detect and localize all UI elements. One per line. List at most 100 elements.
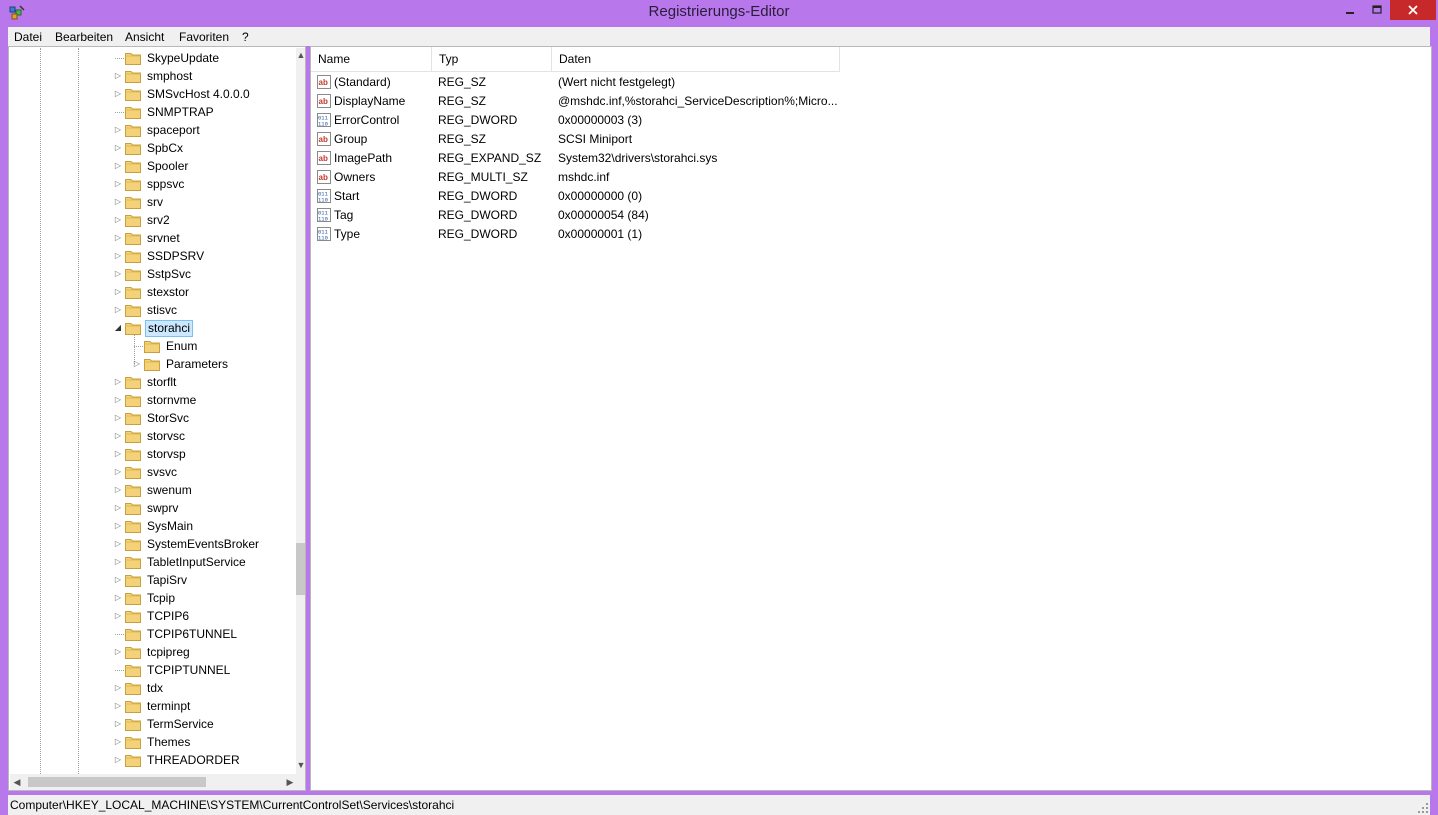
value-type: REG_EXPAND_SZ [438, 151, 542, 165]
key-tree[interactable]: SkypeUpdate ▷ smphost ▷ SMSvcHost 4.0.0.0 SNM… [8, 46, 306, 791]
tree-item-label: Spooler [147, 159, 189, 173]
value-row[interactable]: 011 110 Type REG_DWORD 0x00000001 (1) [311, 225, 1431, 244]
menu-datei[interactable]: Datei [14, 30, 42, 44]
column-header-type[interactable]: Typ [432, 47, 552, 72]
expand-arrow-icon[interactable]: ▷ [113, 499, 123, 517]
expand-arrow-icon[interactable]: ▷ [113, 121, 123, 139]
value-row[interactable]: ab (Standard) REG_SZ (Wert nicht festgelegt… [311, 73, 1431, 92]
binary-value-icon: 011 110 [317, 113, 331, 128]
tree-item-label: SysMain [147, 519, 194, 533]
expand-arrow-icon[interactable]: ▷ [113, 679, 123, 697]
menu-bearbeiten[interactable]: Bearbeiten [55, 30, 113, 44]
expand-arrow-icon[interactable]: ▷ [113, 445, 123, 463]
expand-arrow-icon[interactable]: ▷ [113, 247, 123, 265]
expand-arrow-icon[interactable]: ▷ [113, 67, 123, 85]
expand-arrow-icon[interactable]: ▷ [113, 589, 123, 607]
value-name: Owners [334, 170, 376, 184]
expand-arrow-icon[interactable]: ▷ [113, 571, 123, 589]
minimize-button[interactable] [1336, 0, 1363, 20]
expand-arrow-icon[interactable]: ▷ [113, 157, 123, 175]
expand-arrow-icon[interactable]: ▷ [113, 481, 123, 499]
value-row[interactable]: 011 110 Start REG_DWORD 0x00000000 (0) [311, 187, 1431, 206]
expand-arrow-icon[interactable]: ▷ [113, 139, 123, 157]
tree-item-label: TabletInputService [147, 555, 246, 569]
value-row[interactable]: 011 110 Tag REG_DWORD 0x00000054 (84) [311, 206, 1431, 225]
expand-arrow-icon[interactable]: ▷ [113, 535, 123, 553]
value-data: 0x00000000 (0) [558, 189, 643, 203]
scroll-left-icon[interactable]: ◀ [12, 777, 22, 788]
folder-icon [125, 699, 141, 713]
scroll-up-icon[interactable]: ▲ [296, 50, 305, 60]
folder-icon [125, 123, 141, 137]
tree-item-label: sppsvc [147, 177, 185, 191]
tree-vertical-scrollbar[interactable]: ▲ ▼ [296, 48, 305, 775]
menu-help[interactable]: ? [242, 30, 249, 44]
value-name: Type [334, 227, 361, 241]
scroll-down-icon[interactable]: ▼ [296, 760, 305, 770]
expand-arrow-icon[interactable]: ▷ [113, 733, 123, 751]
tree-horizontal-scrollbar[interactable]: ◀ ▶ [10, 774, 297, 790]
expand-arrow-icon[interactable]: ▷ [113, 517, 123, 535]
expand-arrow-icon[interactable]: ▷ [113, 427, 123, 445]
resize-grip-icon[interactable] [1418, 803, 1428, 813]
tree-branch-line [115, 58, 124, 59]
value-data: System32\drivers\storahci.sys [558, 151, 718, 165]
tree-item-label: swprv [147, 501, 179, 515]
expand-arrow-icon[interactable]: ▷ [113, 409, 123, 427]
value-row[interactable]: ab DisplayName REG_SZ @mshdc.inf,%storahci_… [311, 92, 1431, 111]
expand-arrow-icon[interactable]: ▷ [113, 211, 123, 229]
menu-ansicht[interactable]: Ansicht [125, 30, 164, 44]
window-title: Registrierungs-Editor [648, 3, 790, 20]
expand-arrow-icon[interactable]: ▷ [113, 85, 123, 103]
column-header-data[interactable]: Daten [552, 47, 840, 72]
value-type: REG_DWORD [438, 113, 518, 127]
close-button[interactable] [1390, 0, 1436, 20]
expand-arrow-icon[interactable]: ▷ [113, 265, 123, 283]
menu-favoriten[interactable]: Favoriten [179, 30, 229, 44]
value-row[interactable]: 011 110 ErrorControl REG_DWORD 0x00000003 (3… [311, 111, 1431, 130]
maximize-button[interactable] [1363, 0, 1390, 20]
expand-arrow-icon[interactable]: ▷ [113, 229, 123, 247]
value-name: (Standard) [334, 75, 391, 89]
expand-arrow-icon[interactable]: ▷ [113, 463, 123, 481]
svg-text:110: 110 [318, 197, 328, 204]
expand-arrow-icon[interactable]: ▷ [113, 301, 123, 319]
expand-arrow-icon[interactable]: ▷ [113, 607, 123, 625]
expand-arrow-icon[interactable]: ▷ [113, 175, 123, 193]
expand-arrow-icon[interactable]: ▷ [113, 283, 123, 301]
svg-text:ab: ab [319, 78, 328, 87]
folder-icon [125, 105, 141, 119]
expand-arrow-icon[interactable]: ▷ [113, 391, 123, 409]
tree-item-label: TCPIP6TUNNEL [147, 627, 238, 641]
tree-item-label: tdx [147, 681, 164, 695]
collapse-arrow-icon[interactable]: ◢ [113, 319, 123, 337]
folder-icon [125, 735, 141, 749]
expand-arrow-icon[interactable]: ▷ [113, 715, 123, 733]
expand-arrow-icon[interactable]: ▷ [113, 373, 123, 391]
tree-item-label: THREADORDER [147, 753, 240, 767]
tree-vertical-scroll-thumb[interactable] [296, 543, 305, 595]
svg-text:ab: ab [319, 154, 328, 163]
value-name: Tag [334, 208, 354, 222]
expand-arrow-icon[interactable]: ▷ [132, 355, 142, 373]
expand-arrow-icon[interactable]: ▷ [113, 193, 123, 211]
tree-item-label: Enum [166, 339, 198, 353]
tree-item-label: TCPIP6 [147, 609, 190, 623]
expand-arrow-icon[interactable]: ▷ [113, 751, 123, 769]
column-header-name[interactable]: Name [311, 47, 432, 72]
expand-arrow-icon[interactable]: ▷ [113, 697, 123, 715]
value-data: (Wert nicht festgelegt) [558, 75, 676, 89]
status-bar: Computer\HKEY_LOCAL_MACHINE\SYSTEM\Curre… [8, 795, 1430, 815]
value-list[interactable]: Name Typ Daten ab (Standard) REG_SZ (Wert n… [310, 46, 1432, 791]
scroll-right-icon[interactable]: ▶ [285, 777, 295, 788]
expand-arrow-icon[interactable]: ▷ [113, 553, 123, 571]
value-data: @mshdc.inf,%storahci_ServiceDescription%… [558, 94, 838, 108]
tree-item-label: smphost [147, 69, 193, 83]
value-row[interactable]: ab ImagePath REG_EXPAND_SZ System32\drivers… [311, 149, 1431, 168]
value-row[interactable]: ab Group REG_SZ SCSI Miniport [311, 130, 1431, 149]
expand-arrow-icon[interactable]: ▷ [113, 643, 123, 661]
folder-icon [125, 627, 141, 641]
tree-horizontal-scroll-thumb[interactable] [28, 777, 206, 787]
string-value-icon: ab [317, 94, 331, 108]
value-row[interactable]: ab Owners REG_MULTI_SZ mshdc.inf [311, 168, 1431, 187]
